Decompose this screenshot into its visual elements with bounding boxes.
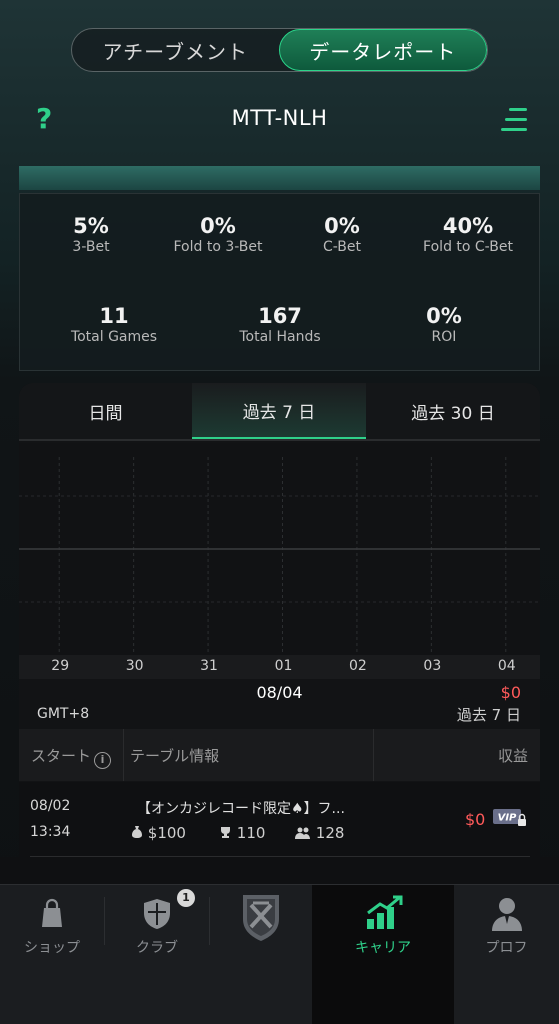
stat-value: 167 <box>258 304 302 328</box>
row-profit: $0 <box>465 810 486 829</box>
nav-profile[interactable]: プロフ <box>454 885 559 1024</box>
x-tick-label: 02 <box>349 658 367 674</box>
stat-value: 5% <box>73 214 109 238</box>
header-start-label: スタート <box>31 747 92 765</box>
selected-value: $0 <box>500 683 521 702</box>
nav-label: キャリア <box>355 940 411 956</box>
x-tick-label: 29 <box>51 658 70 674</box>
chart-x-axis: 29 30 31 01 02 03 04 <box>19 655 540 679</box>
timezone-label: GMT+8 <box>37 706 90 722</box>
report-type-tabs: アチーブメント データレポート <box>71 28 488 72</box>
profile-icon <box>492 898 522 931</box>
column-divider <box>123 729 124 781</box>
nav-club[interactable]: 1 クラブ <box>105 885 209 1024</box>
stat-value: 11 <box>99 304 129 328</box>
nav-label: プロフ <box>485 940 528 956</box>
stat-3bet: 5% 3-Bet <box>72 214 109 255</box>
range-tabs: 日間 過去 7 日 過去 30 日 <box>19 383 540 441</box>
bottom-nav: ショップ 1 クラブ キャリア プロフ <box>0 884 559 1024</box>
x-tick-label: 04 <box>497 658 516 674</box>
row-time: 13:34 <box>30 824 71 840</box>
stat-value: 0% <box>426 304 462 328</box>
stats-panel: 5% 3-Bet 0% Fold to 3-Bet 0% C-Bet 40% F… <box>19 193 540 371</box>
trophy-icon <box>221 827 230 838</box>
stat-fold-to-3bet: 0% Fold to 3-Bet <box>173 214 262 255</box>
row-date: 08/02 <box>30 798 71 814</box>
header-start: スタート i <box>31 745 112 769</box>
x-tick-label: 31 <box>200 658 218 674</box>
club-notification-badge: 1 <box>177 889 195 907</box>
row-place-value: 110 <box>236 824 266 842</box>
players-icon <box>295 827 310 839</box>
stat-label: Total Hands <box>239 329 321 345</box>
x-tick-label: 03 <box>423 658 442 674</box>
nav-label: クラブ <box>136 940 178 956</box>
header-table-info: テーブル情報 <box>130 747 220 765</box>
tab-last-30-days[interactable]: 過去 30 日 <box>366 383 540 439</box>
game-type-title: MTT-NLH <box>231 106 328 130</box>
stat-value: 0% <box>324 214 360 238</box>
row-players: 128 <box>295 824 344 842</box>
vip-text: VIP <box>498 813 517 824</box>
stat-fold-to-cbet: 40% Fold to C-Bet <box>423 214 513 255</box>
home-logo-icon <box>243 895 279 941</box>
game-header: ? MTT-NLH <box>0 96 559 144</box>
table-row[interactable]: 08/02 13:34 【オンカジレコード限定♠】フ... $100 110 1… <box>19 782 540 857</box>
tab-daily[interactable]: 日間 <box>19 383 192 439</box>
row-buy-in: $100 <box>131 824 186 842</box>
stat-label: 3-Bet <box>72 239 110 255</box>
shop-bag-icon <box>42 898 62 927</box>
money-bag-icon <box>132 826 142 838</box>
header-strip <box>19 166 540 190</box>
stat-cbet: 0% C-Bet <box>323 214 361 255</box>
stat-label: Fold to 3-Bet <box>173 239 263 255</box>
table-header: スタート i テーブル情報 収益 <box>19 729 540 781</box>
tab-data-report[interactable]: データレポート <box>278 29 487 71</box>
row-place: 110 <box>219 824 265 842</box>
stat-roi: 0% ROI <box>426 304 462 345</box>
stat-label: Fold to C-Bet <box>423 239 513 255</box>
stat-label: ROI <box>431 329 457 345</box>
selected-date: 08/04 <box>256 683 303 702</box>
row-buy-in-value: $100 <box>147 824 186 842</box>
vip-lock-icon[interactable]: VIP <box>493 808 527 828</box>
stat-label: C-Bet <box>322 239 362 255</box>
menu-icon[interactable] <box>501 108 527 132</box>
career-chart-icon <box>367 895 403 929</box>
tab-last-7-days[interactable]: 過去 7 日 <box>192 383 366 439</box>
nav-label: ショップ <box>24 940 80 956</box>
nav-career[interactable]: キャリア <box>312 885 454 1024</box>
list-spacer <box>0 857 559 885</box>
club-shield-icon <box>144 899 170 929</box>
stat-value: 0% <box>200 214 236 238</box>
period-label: 過去 7 日 <box>456 706 521 724</box>
nav-home[interactable] <box>210 885 312 1024</box>
header-profit: 収益 <box>497 747 528 765</box>
chart-panel: 日間 過去 7 日 過去 30 日 29 30 31 01 02 03 04 08/04 $… <box>19 383 540 783</box>
stat-total-hands: 167 Total Hands <box>239 304 320 345</box>
stat-value: 40% <box>442 214 494 238</box>
x-tick-label: 30 <box>125 658 144 674</box>
stat-label: Total Games <box>70 329 158 345</box>
tab-achievement[interactable]: アチーブメント <box>72 29 279 71</box>
row-players-value: 128 <box>315 824 345 842</box>
profit-chart[interactable] <box>19 443 540 655</box>
row-table-name: 【オンカジレコード限定♠】フ... <box>137 801 345 817</box>
nav-shop[interactable]: ショップ <box>0 885 104 1024</box>
column-divider <box>373 729 374 781</box>
info-icon[interactable]: i <box>94 752 112 769</box>
x-tick-label: 01 <box>274 658 293 674</box>
stat-total-games: 11 Total Games <box>71 304 157 345</box>
